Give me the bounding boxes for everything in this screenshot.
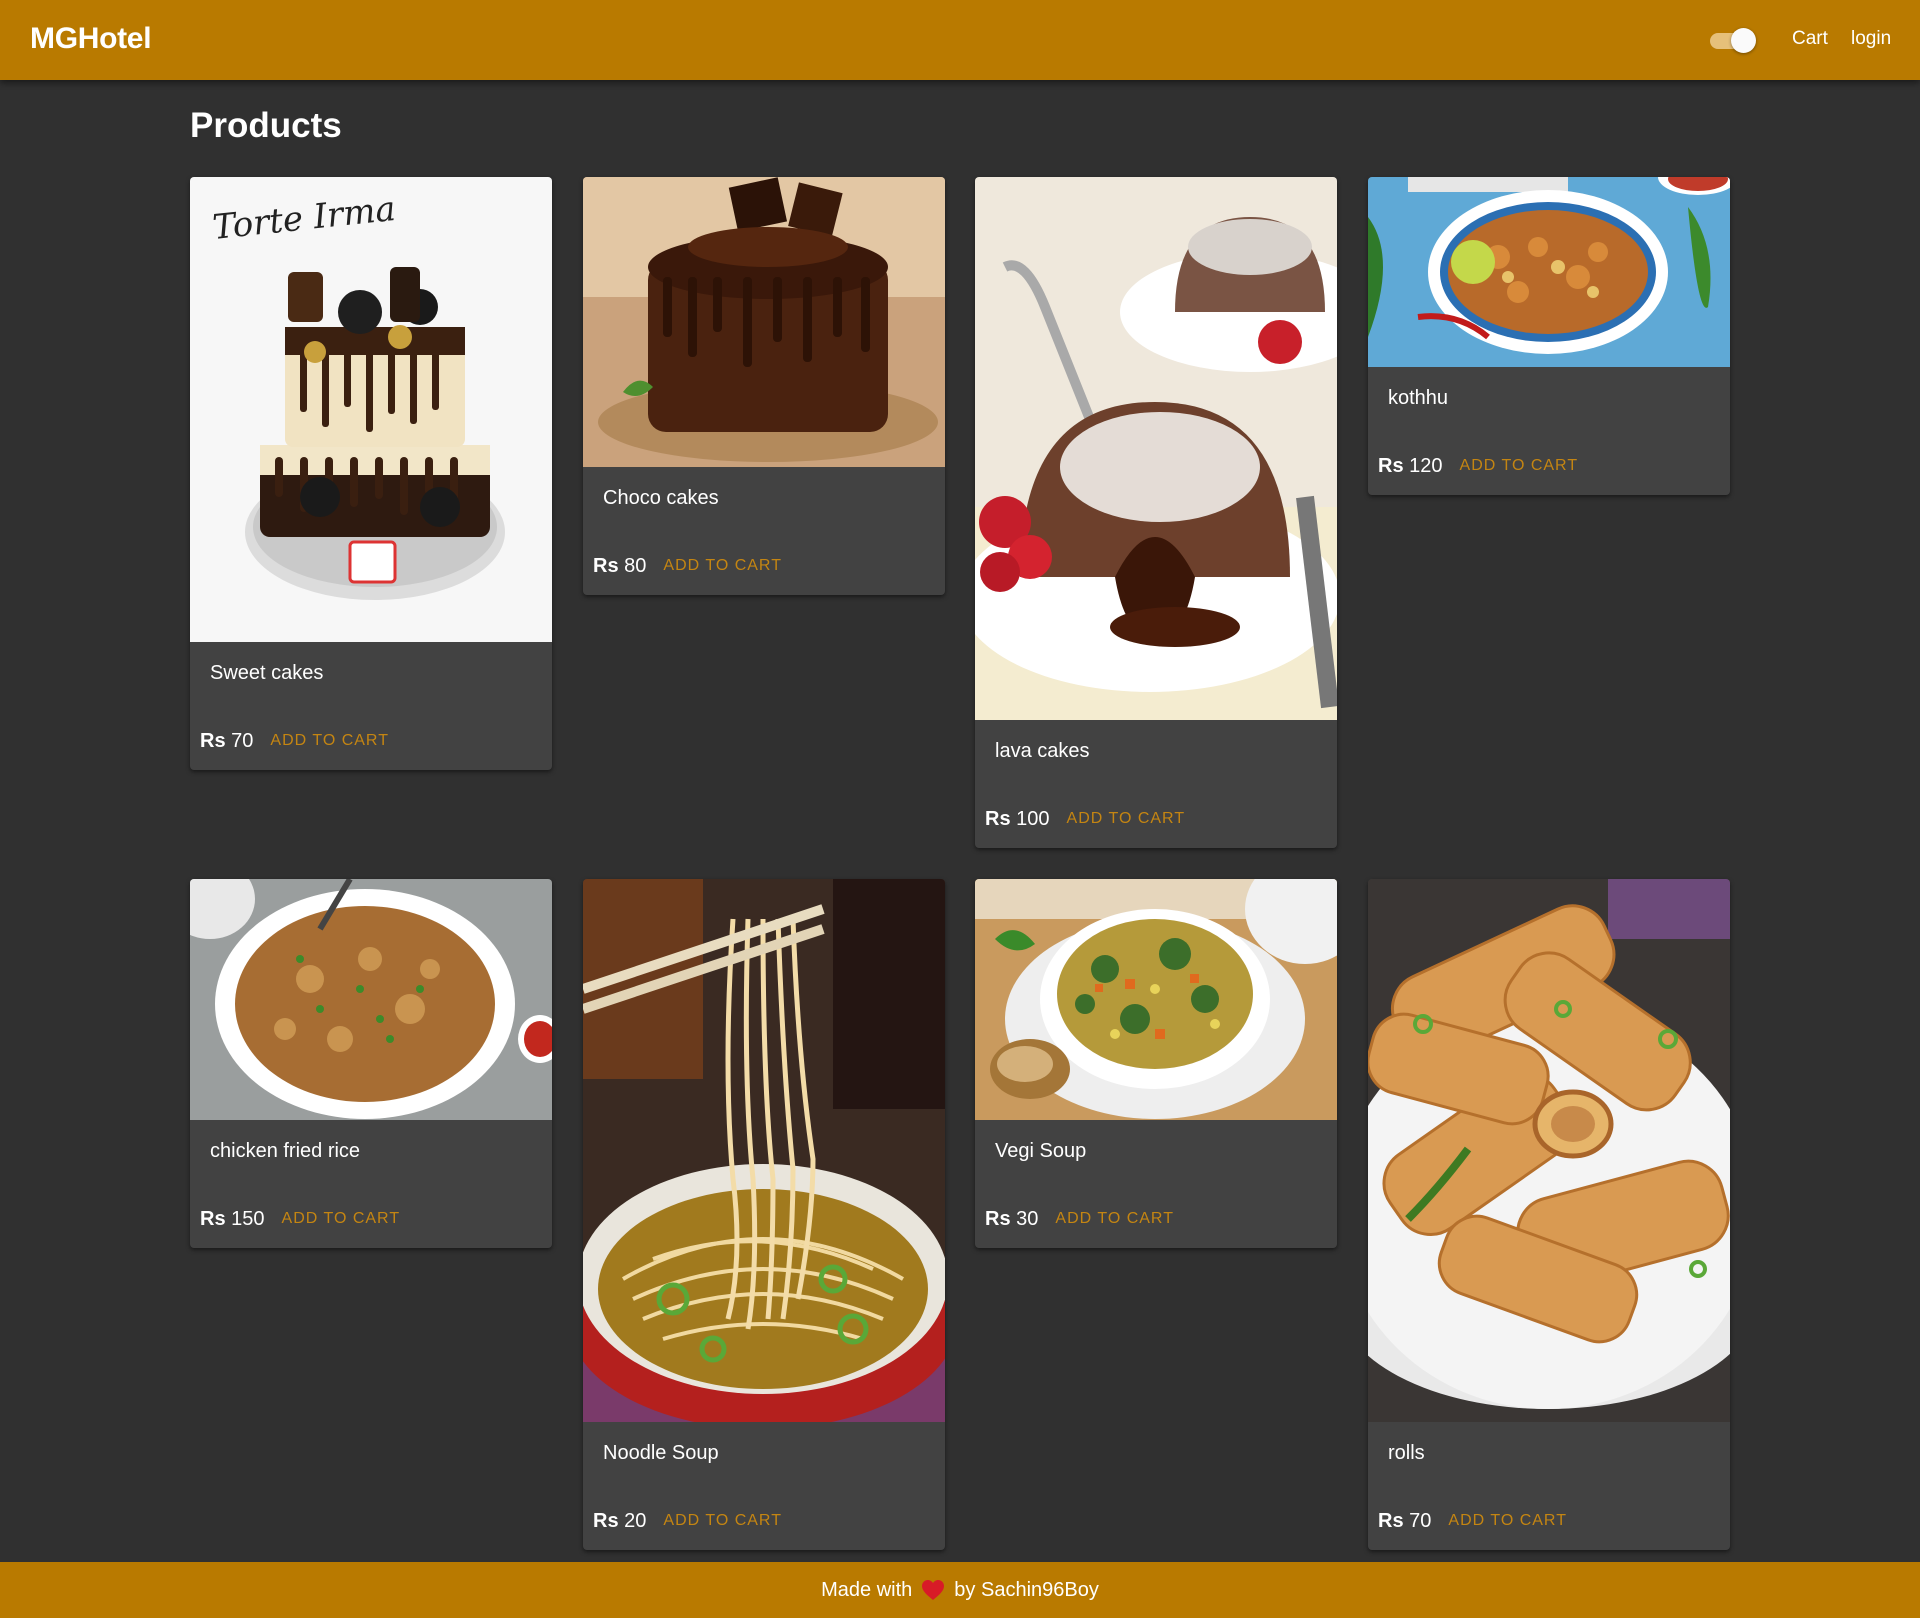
- product-name: Noodle Soup: [603, 1442, 719, 1464]
- image-caption: Torte Irma: [211, 189, 398, 248]
- card-actions: Rs 30 ADD TO CART: [975, 1190, 1337, 1248]
- product-price: Rs 120: [1378, 454, 1443, 477]
- product-card-noodle-soup: Noodle Soup Rs 20 ADD TO CART: [583, 879, 945, 1550]
- footer: Made with by Sachin96Boy: [0, 1562, 1920, 1618]
- product-price: Rs 30: [985, 1207, 1039, 1230]
- chocolate-cake-photo: [583, 177, 945, 467]
- product-price: Rs 70: [200, 729, 254, 752]
- footer-made-with: Made with: [821, 1578, 913, 1601]
- product-name: lava cakes: [995, 740, 1090, 762]
- product-name: rolls: [1388, 1442, 1425, 1464]
- spring-rolls-photo: [1368, 879, 1730, 1422]
- add-to-cart-button[interactable]: ADD TO CART: [1460, 457, 1579, 475]
- footer-author: by Sachin96Boy: [954, 1578, 1099, 1601]
- tiered-cake-photo: Torte Irma: [190, 177, 552, 642]
- card-actions: Rs 150 ADD TO CART: [190, 1190, 552, 1248]
- add-to-cart-button[interactable]: ADD TO CART: [663, 1512, 782, 1530]
- product-name: Choco cakes: [603, 487, 719, 509]
- lava-cake-photo: [975, 177, 1337, 720]
- product-name: chicken fried rice: [210, 1140, 361, 1162]
- add-to-cart-button[interactable]: ADD TO CART: [1055, 1210, 1174, 1228]
- product-name: kothhu: [1388, 387, 1449, 409]
- product-price: Rs 150: [200, 1207, 265, 1230]
- vegetable-soup-photo: [975, 879, 1337, 1120]
- noodle-soup-photo: [583, 879, 945, 1422]
- product-name: Vegi Soup: [995, 1140, 1087, 1162]
- product-card-chicken-fried-rice: chicken fried rice Rs 150 ADD TO CART: [190, 879, 552, 1248]
- add-to-cart-button[interactable]: ADD TO CART: [270, 732, 389, 750]
- product-price: Rs 20: [593, 1509, 647, 1532]
- page-title: Products: [190, 106, 342, 145]
- brand-logo[interactable]: MGHotel: [30, 22, 152, 56]
- product-card-choco-cakes: Choco cakes Rs 80 ADD TO CART: [583, 177, 945, 595]
- product-price: Rs 80: [593, 554, 647, 577]
- product-card-kothhu: kothhu Rs 120 ADD TO CART: [1368, 177, 1730, 495]
- fried-rice-photo: [190, 879, 552, 1120]
- add-to-cart-button[interactable]: ADD TO CART: [282, 1210, 401, 1228]
- product-card-rolls: rolls Rs 70 ADD TO CART: [1368, 879, 1730, 1550]
- card-actions: Rs 70 ADD TO CART: [1368, 1492, 1730, 1550]
- card-actions: Rs 20 ADD TO CART: [583, 1492, 945, 1550]
- product-price: Rs 70: [1378, 1509, 1432, 1532]
- heart-icon: [921, 1579, 945, 1601]
- product-card-sweet-cakes: Torte Irma Sweet cakes Rs 70 ADD TO CART: [190, 177, 552, 770]
- card-actions: Rs 80 ADD TO CART: [583, 537, 945, 595]
- card-actions: Rs 70 ADD TO CART: [190, 712, 552, 770]
- add-to-cart-button[interactable]: ADD TO CART: [1067, 810, 1186, 828]
- nav-cart-link[interactable]: Cart: [1792, 28, 1828, 50]
- product-price: Rs 100: [985, 807, 1050, 830]
- theme-toggle[interactable]: [1710, 28, 1756, 53]
- app-bar: MGHotel Cart login: [0, 0, 1920, 80]
- add-to-cart-button[interactable]: ADD TO CART: [1448, 1512, 1567, 1530]
- card-actions: Rs 100 ADD TO CART: [975, 790, 1337, 848]
- product-card-lava-cakes: lava cakes Rs 100 ADD TO CART: [975, 177, 1337, 848]
- product-name: Sweet cakes: [210, 662, 324, 684]
- kothu-photo: [1368, 177, 1730, 367]
- toggle-thumb: [1731, 28, 1756, 53]
- add-to-cart-button[interactable]: ADD TO CART: [663, 557, 782, 575]
- nav-login-link[interactable]: login: [1851, 28, 1891, 50]
- product-card-vegi-soup: Vegi Soup Rs 30 ADD TO CART: [975, 879, 1337, 1248]
- card-actions: Rs 120 ADD TO CART: [1368, 437, 1730, 495]
